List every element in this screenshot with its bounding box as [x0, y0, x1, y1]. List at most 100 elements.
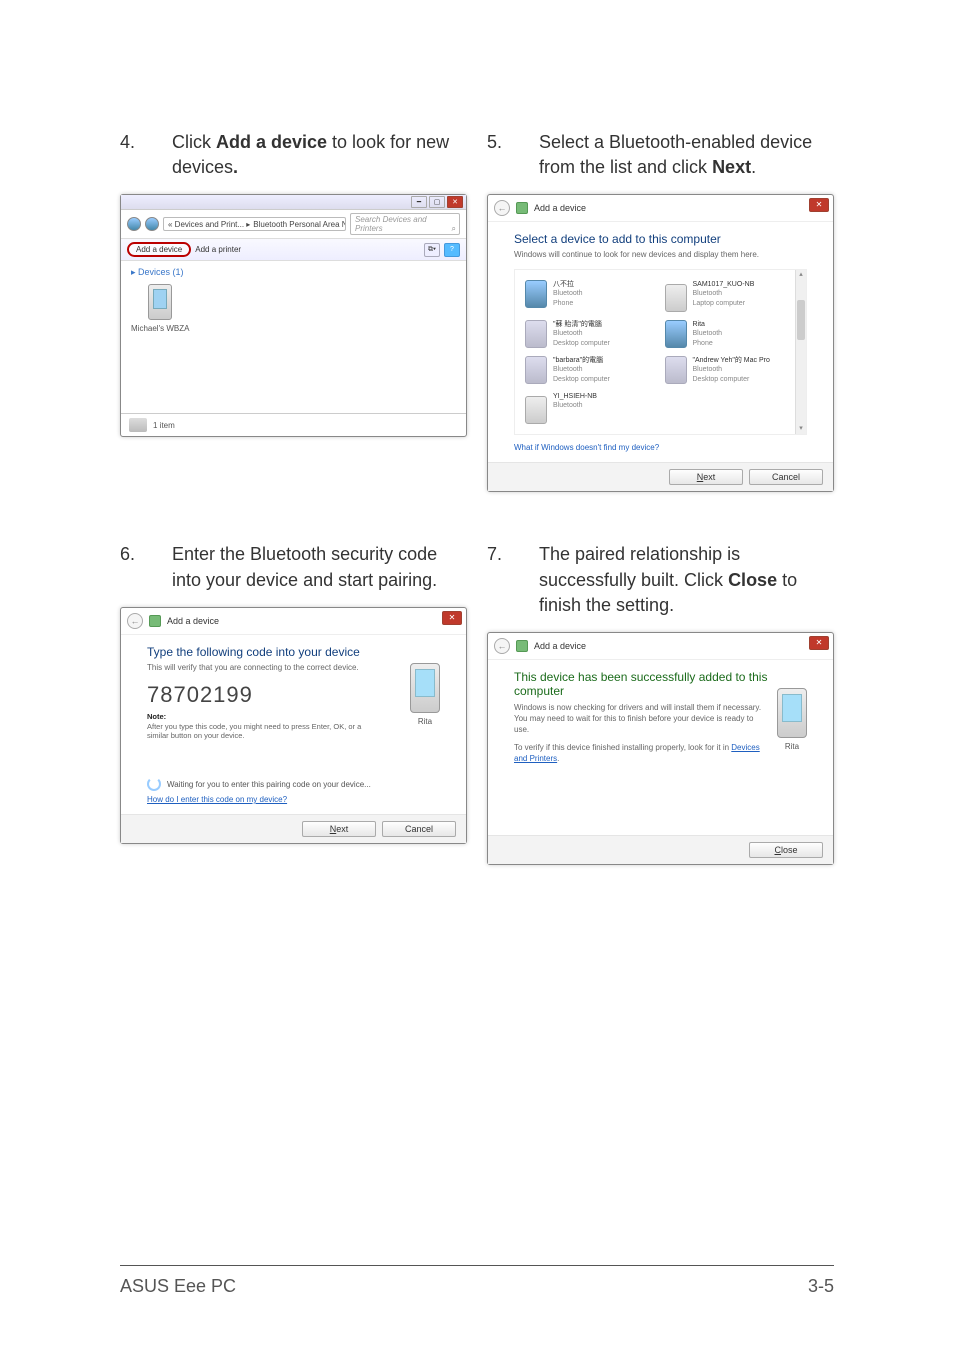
window-close-button[interactable]: ✕	[447, 196, 463, 208]
device-item-text: "蘇 貽清"的電腦BluetoothDesktop computer	[553, 320, 610, 347]
spinner-icon	[147, 777, 161, 791]
device-item-icon	[525, 320, 547, 348]
note-text: After you type this code, you might need…	[147, 722, 361, 741]
waiting-text: Waiting for you to enter this pairing co…	[167, 780, 371, 789]
step-4-bold: Add a device	[216, 132, 327, 152]
cancel-button[interactable]: Cancel	[749, 469, 823, 485]
help-button[interactable]: ?	[444, 243, 460, 257]
pairing-code: 78702199	[147, 682, 440, 708]
type-code-subtext: This will verify that you are connecting…	[147, 663, 440, 672]
window-titlebar: ━ ▢ ✕	[121, 195, 466, 210]
device-item-icon	[525, 396, 547, 424]
wizard-title-icon	[516, 202, 528, 214]
wizard-back-button[interactable]: ←	[494, 638, 510, 654]
device-list-item[interactable]: SAM1017_KUO-NBBluetoothLaptop computer	[661, 276, 801, 316]
device-phone-icon	[148, 284, 172, 320]
step-7-number: 7.	[487, 542, 511, 567]
search-placeholder: Search Devices and Printers	[355, 215, 427, 233]
breadcrumb-item: Bluetooth Personal Area Network Devices	[253, 220, 346, 229]
back-button[interactable]	[127, 217, 141, 231]
device-list-scrollbar[interactable]: ▴ ▾	[795, 270, 806, 434]
device-list-item[interactable]: "Andrew Yeh"的 Mac ProBluetoothDesktop co…	[661, 352, 801, 388]
device-preview-name: Rita	[777, 742, 807, 751]
device-item-text: "Andrew Yeh"的 Mac ProBluetoothDesktop co…	[693, 356, 770, 383]
device-tile[interactable]: Michael's WBZA	[131, 284, 189, 333]
window-minimize-button[interactable]: ━	[411, 196, 427, 208]
step-5: 5. Select a Bluetooth-enabled device fro…	[487, 130, 834, 180]
wizard-back-button[interactable]: ←	[127, 613, 143, 629]
device-phone-icon	[777, 688, 807, 738]
step-5-post: .	[751, 157, 756, 177]
device-item-icon	[525, 280, 547, 308]
step-5-bold: Next	[712, 157, 751, 177]
devices-section-header[interactable]: ▸ Devices (1)	[131, 267, 456, 278]
success-info-2: To verify if this device finished instal…	[514, 742, 764, 764]
window-maximize-button[interactable]: ▢	[429, 196, 445, 208]
step-4-text: Click Add a device to look for new devic…	[172, 130, 467, 180]
step-7: 7. The paired relationship is successful…	[487, 542, 834, 618]
window-statusbar: 1 item	[121, 413, 466, 436]
view-button[interactable]: ⧉▾	[424, 243, 440, 257]
window-toolbar: Add a device Add a printer ⧉▾ ?	[121, 239, 466, 261]
help-link[interactable]: How do I enter this code on my device?	[147, 795, 287, 804]
select-device-heading: Select a device to add to this computer	[514, 232, 807, 246]
device-list-item[interactable]: RitaBluetoothPhone	[661, 316, 801, 352]
step-6-number: 6.	[120, 542, 144, 567]
device-item-text: "barbara"的電腦BluetoothDesktop computer	[553, 356, 610, 383]
device-item-text: SAM1017_KUO-NBBluetoothLaptop computer	[693, 280, 755, 307]
step-5-number: 5.	[487, 130, 511, 155]
statusbar-text: 1 item	[153, 421, 175, 430]
device-item-text: RitaBluetoothPhone	[693, 320, 723, 347]
device-list: 八不拉BluetoothPhone SAM1017_KUO-NBBluetooth…	[514, 269, 807, 435]
status-device-icon	[129, 418, 147, 432]
next-button[interactable]: Next	[302, 821, 376, 837]
success-info-2-pre: To verify if this device finished instal…	[514, 743, 731, 752]
type-code-heading: Type the following code into your device	[147, 645, 440, 659]
step-4: 4. Click Add a device to look for new de…	[120, 130, 467, 180]
wizard-title: Add a device	[534, 203, 586, 213]
help-link[interactable]: What if Windows doesn't find my device?	[514, 443, 659, 452]
add-device-select-dialog: ✕ ← Add a device Select a device to add …	[487, 194, 834, 492]
page-footer: ASUS Eee PC 3-5	[120, 1265, 834, 1297]
footer-right: 3-5	[808, 1276, 834, 1297]
devices-window: ━ ▢ ✕ « Devices and Print... ▸ Bluetooth…	[120, 194, 467, 437]
success-heading: This device has been successfully added …	[514, 670, 807, 698]
device-item-text: 八不拉BluetoothPhone	[553, 280, 583, 307]
device-list-item[interactable]: YI_HSIEH-NBBluetooth	[521, 388, 661, 428]
step-7-text: The paired relationship is successfully …	[539, 542, 834, 618]
success-info-1: Windows is now checking for drivers and …	[514, 702, 764, 736]
wizard-title: Add a device	[167, 616, 219, 626]
window-nav: « Devices and Print... ▸ Bluetooth Perso…	[121, 210, 466, 239]
step-6-text: Enter the Bluetooth security code into y…	[172, 542, 467, 592]
cancel-button[interactable]: Cancel	[382, 821, 456, 837]
waiting-status: Waiting for you to enter this pairing co…	[147, 777, 440, 791]
breadcrumb-prefix: « Devices and Print... ▸	[168, 220, 250, 229]
add-printer-button[interactable]: Add a printer	[195, 245, 241, 254]
step-5-pre: Select a Bluetooth-enabled device from t…	[539, 132, 812, 177]
wizard-back-button[interactable]: ←	[494, 200, 510, 216]
device-list-item[interactable]: "蘇 貽清"的電腦BluetoothDesktop computer	[521, 316, 661, 352]
forward-button[interactable]	[145, 217, 159, 231]
add-device-button[interactable]: Add a device	[127, 242, 191, 257]
wizard-title-icon	[516, 640, 528, 652]
next-button[interactable]: Next	[669, 469, 743, 485]
wizard-title: Add a device	[534, 641, 586, 651]
step-7-bold: Close	[728, 570, 777, 590]
note-block: Note: After you type this code, you migh…	[147, 712, 377, 741]
add-device-success-dialog: ✕ ← Add a device This device has been su…	[487, 632, 834, 865]
footer-left: ASUS Eee PC	[120, 1276, 236, 1297]
step-4-number: 4.	[120, 130, 144, 155]
device-phone-icon	[410, 663, 440, 713]
device-preview-name: Rita	[410, 717, 440, 726]
step-6: 6. Enter the Bluetooth security code int…	[120, 542, 467, 592]
device-item-icon	[665, 284, 687, 312]
device-list-item[interactable]: "barbara"的電腦BluetoothDesktop computer	[521, 352, 661, 388]
close-button[interactable]: Close	[749, 842, 823, 858]
device-list-item[interactable]: 八不拉BluetoothPhone	[521, 276, 661, 316]
search-input[interactable]: Search Devices and Printers	[350, 213, 460, 235]
device-item-icon	[525, 356, 547, 384]
device-preview: Rita	[777, 688, 807, 751]
breadcrumb[interactable]: « Devices and Print... ▸ Bluetooth Perso…	[163, 217, 346, 231]
step-7-pre: The paired relationship is successfully …	[539, 544, 740, 589]
device-preview: Rita	[410, 663, 440, 726]
